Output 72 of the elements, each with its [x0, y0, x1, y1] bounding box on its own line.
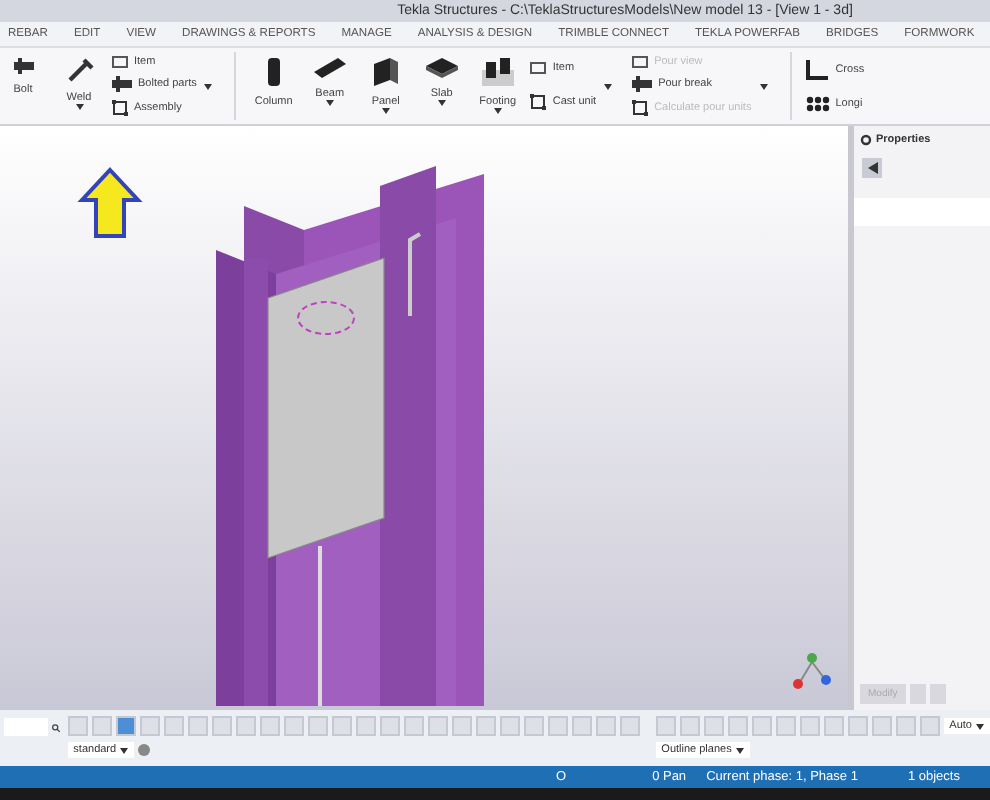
toolbar-button[interactable]	[355, 716, 376, 736]
toolbar-button[interactable]	[799, 716, 820, 736]
toolbar-button[interactable]	[847, 716, 868, 736]
toolbar-button[interactable]	[331, 716, 352, 736]
caret-icon	[759, 83, 768, 89]
toolbar-button[interactable]	[451, 716, 472, 736]
toolbar-button[interactable]	[751, 716, 772, 736]
bolt-icon	[112, 76, 132, 92]
toolbar-button[interactable]	[283, 716, 304, 736]
toolbar-button[interactable]	[775, 716, 796, 736]
caret-icon	[735, 747, 744, 753]
toolbar-button[interactable]	[403, 716, 424, 736]
toolbar-button[interactable]	[895, 716, 916, 736]
caret-icon	[493, 108, 502, 114]
property-field[interactable]	[854, 198, 990, 226]
back-button[interactable]	[862, 158, 882, 178]
toolbar-button[interactable]	[259, 716, 280, 736]
item-icon	[112, 56, 128, 68]
axis-gizmo-icon	[793, 653, 831, 689]
toolbar-button[interactable]	[619, 716, 640, 736]
toolbar-button[interactable]	[595, 716, 616, 736]
caret-icon	[120, 747, 129, 753]
toolbar-button[interactable]	[571, 716, 592, 736]
panel-icon	[373, 58, 398, 86]
bolt-icon	[13, 58, 33, 74]
section-icon	[805, 60, 830, 80]
caret-icon	[75, 104, 83, 110]
assembly-icon	[632, 100, 649, 116]
toolbar-button[interactable]	[679, 716, 700, 736]
toolbar-button[interactable]	[427, 716, 448, 736]
caret-icon	[976, 723, 984, 729]
slab-icon	[425, 58, 458, 78]
up-arrow-icon	[77, 167, 143, 238]
assembly-icon	[112, 100, 128, 116]
beam-icon	[313, 58, 346, 78]
toolbar-button[interactable]	[379, 716, 400, 736]
toolbar-button[interactable]	[163, 716, 184, 736]
welding-torch-icon	[65, 58, 93, 82]
item-icon	[632, 56, 649, 68]
toolbar-button[interactable]	[727, 716, 748, 736]
toolbar-button[interactable]	[823, 716, 844, 736]
toolbar-button[interactable]	[139, 716, 160, 736]
caret-icon	[204, 83, 213, 89]
dots-icon	[805, 96, 830, 112]
footing-icon	[481, 58, 514, 86]
toolbar-button[interactable]	[67, 716, 88, 736]
toolbar-button[interactable]	[307, 716, 328, 736]
toolbar-button[interactable]	[91, 716, 112, 736]
toolbar-button[interactable]	[235, 716, 256, 736]
caret-icon	[325, 100, 334, 106]
toolbar-button[interactable]	[115, 716, 136, 736]
caret-icon	[381, 108, 390, 114]
item-icon	[530, 62, 547, 74]
assembly-icon	[530, 94, 547, 110]
toolbar-button[interactable]	[919, 716, 940, 736]
toolbar-button[interactable]	[499, 716, 520, 736]
column-icon	[267, 58, 280, 86]
toolbar-button[interactable]	[475, 716, 496, 736]
caret-icon	[437, 100, 446, 106]
toolbar-button[interactable]	[187, 716, 208, 736]
toolbar-button[interactable]	[547, 716, 568, 736]
circle-icon	[138, 744, 151, 756]
toolbar-button[interactable]	[703, 716, 724, 736]
toolbar-button[interactable]	[871, 716, 892, 736]
toolbar-button[interactable]	[523, 716, 544, 736]
toolbar-button[interactable]	[655, 716, 676, 736]
caret-icon	[604, 83, 613, 89]
left-triangle-icon	[867, 162, 877, 174]
settings-icon	[860, 134, 872, 146]
search-icon	[51, 722, 60, 734]
toolbar-button[interactable]	[211, 716, 232, 736]
bolt-icon	[632, 76, 653, 92]
